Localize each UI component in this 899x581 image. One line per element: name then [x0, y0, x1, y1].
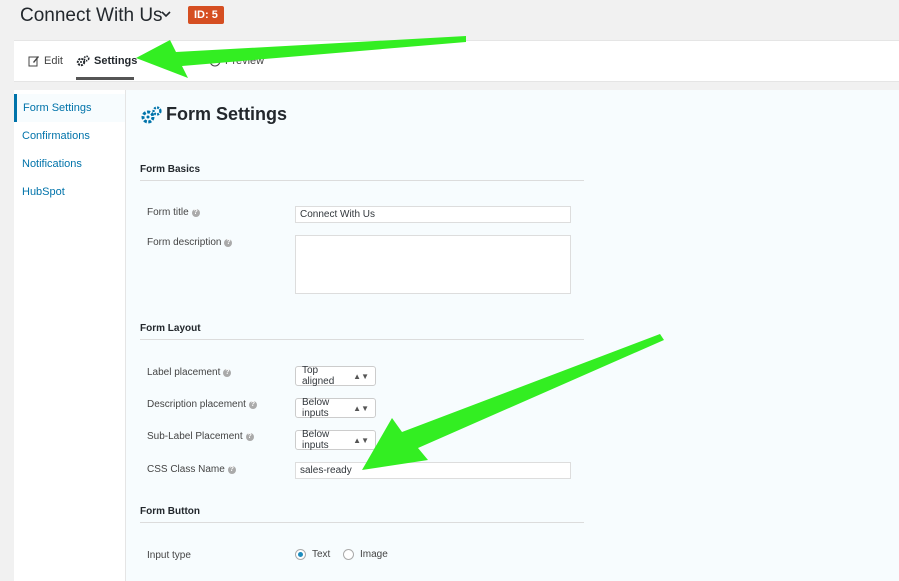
section-form-button: Form Button — [140, 506, 200, 517]
form-description-label-text: Form description — [147, 237, 222, 248]
label-placement-value: Top aligned — [302, 365, 335, 387]
edit-icon — [28, 56, 39, 67]
css-class-input[interactable]: sales-ready — [295, 462, 571, 479]
settings-sidebar: Form Settings Confirmations Notification… — [14, 90, 126, 581]
select-arrows-icon: ▲▼ — [353, 403, 369, 413]
sublabel-placement-label-text: Sub-Label Placement — [147, 431, 243, 442]
radio-button-selected[interactable] — [295, 549, 306, 560]
form-toolbar: Edit Settings Preview — [14, 40, 899, 82]
page-title: Form Settings — [140, 104, 287, 125]
radio-image-label: Image — [360, 549, 388, 560]
page-title-text: Form Settings — [166, 104, 288, 124]
divider — [140, 522, 584, 523]
label-placement-label: Label placement? — [147, 367, 232, 378]
sidebar-item-form-settings[interactable]: Form Settings — [14, 94, 125, 122]
radio-image-option[interactable]: Image — [343, 549, 388, 560]
form-description-label: Form description? — [147, 237, 233, 248]
form-description-textarea[interactable] — [295, 235, 571, 294]
settings-panel — [126, 90, 899, 581]
description-placement-select[interactable]: Below inputs ▲▼ — [295, 397, 376, 419]
label-placement-select[interactable]: Top aligned ▲▼ — [295, 365, 376, 387]
form-title-heading: Connect With Us — [20, 5, 163, 26]
chevron-down-icon[interactable] — [160, 8, 172, 20]
description-placement-label: Description placement? — [147, 399, 257, 410]
help-icon[interactable]: ? — [227, 465, 236, 474]
form-title-label-text: Form title — [147, 207, 189, 218]
description-placement-value: Below inputs — [302, 397, 330, 419]
sublabel-placement-select[interactable]: Below inputs ▲▼ — [295, 429, 376, 451]
sublabel-placement-value: Below inputs — [302, 429, 330, 451]
css-class-label: CSS Class Name? — [147, 464, 236, 475]
eye-icon — [209, 55, 221, 67]
radio-text-label: Text — [312, 549, 331, 560]
settings-tab[interactable]: Settings — [76, 41, 137, 81]
section-form-basics: Form Basics — [140, 164, 201, 175]
divider — [140, 180, 584, 181]
id-badge: ID: 5 — [188, 6, 224, 24]
help-icon[interactable]: ? — [224, 238, 233, 247]
select-arrows-icon: ▲▼ — [353, 435, 369, 445]
divider — [140, 339, 584, 340]
css-class-label-text: CSS Class Name — [147, 464, 225, 475]
sidebar-item-hubspot[interactable]: HubSpot — [14, 178, 125, 206]
input-type-label: Input type — [147, 550, 191, 561]
gears-icon — [76, 55, 90, 67]
help-icon[interactable]: ? — [245, 432, 254, 441]
preview-tab-label: Preview — [225, 55, 265, 67]
settings-tab-label: Settings — [94, 55, 138, 67]
form-title-label: Form title? — [147, 207, 200, 218]
help-icon[interactable]: ? — [191, 208, 200, 217]
sidebar-item-notifications[interactable]: Notifications — [14, 150, 125, 178]
preview-tab[interactable]: Preview — [209, 41, 264, 81]
radio-text-option[interactable]: Text — [295, 549, 330, 560]
label-placement-label-text: Label placement — [147, 367, 221, 378]
section-form-layout: Form Layout — [140, 323, 201, 334]
description-placement-label-text: Description placement — [147, 399, 246, 410]
help-icon[interactable]: ? — [223, 368, 232, 377]
sidebar-item-confirmations[interactable]: Confirmations — [14, 122, 125, 150]
active-tab-indicator — [76, 77, 134, 80]
edit-tab-label: Edit — [44, 55, 63, 67]
form-title-input[interactable]: Connect With Us — [295, 206, 571, 223]
gears-icon — [141, 105, 162, 123]
radio-button[interactable] — [343, 549, 354, 560]
sublabel-placement-label: Sub-Label Placement? — [147, 431, 254, 442]
edit-tab[interactable]: Edit — [28, 41, 63, 81]
select-arrows-icon: ▲▼ — [353, 371, 369, 381]
help-icon[interactable]: ? — [248, 400, 257, 409]
